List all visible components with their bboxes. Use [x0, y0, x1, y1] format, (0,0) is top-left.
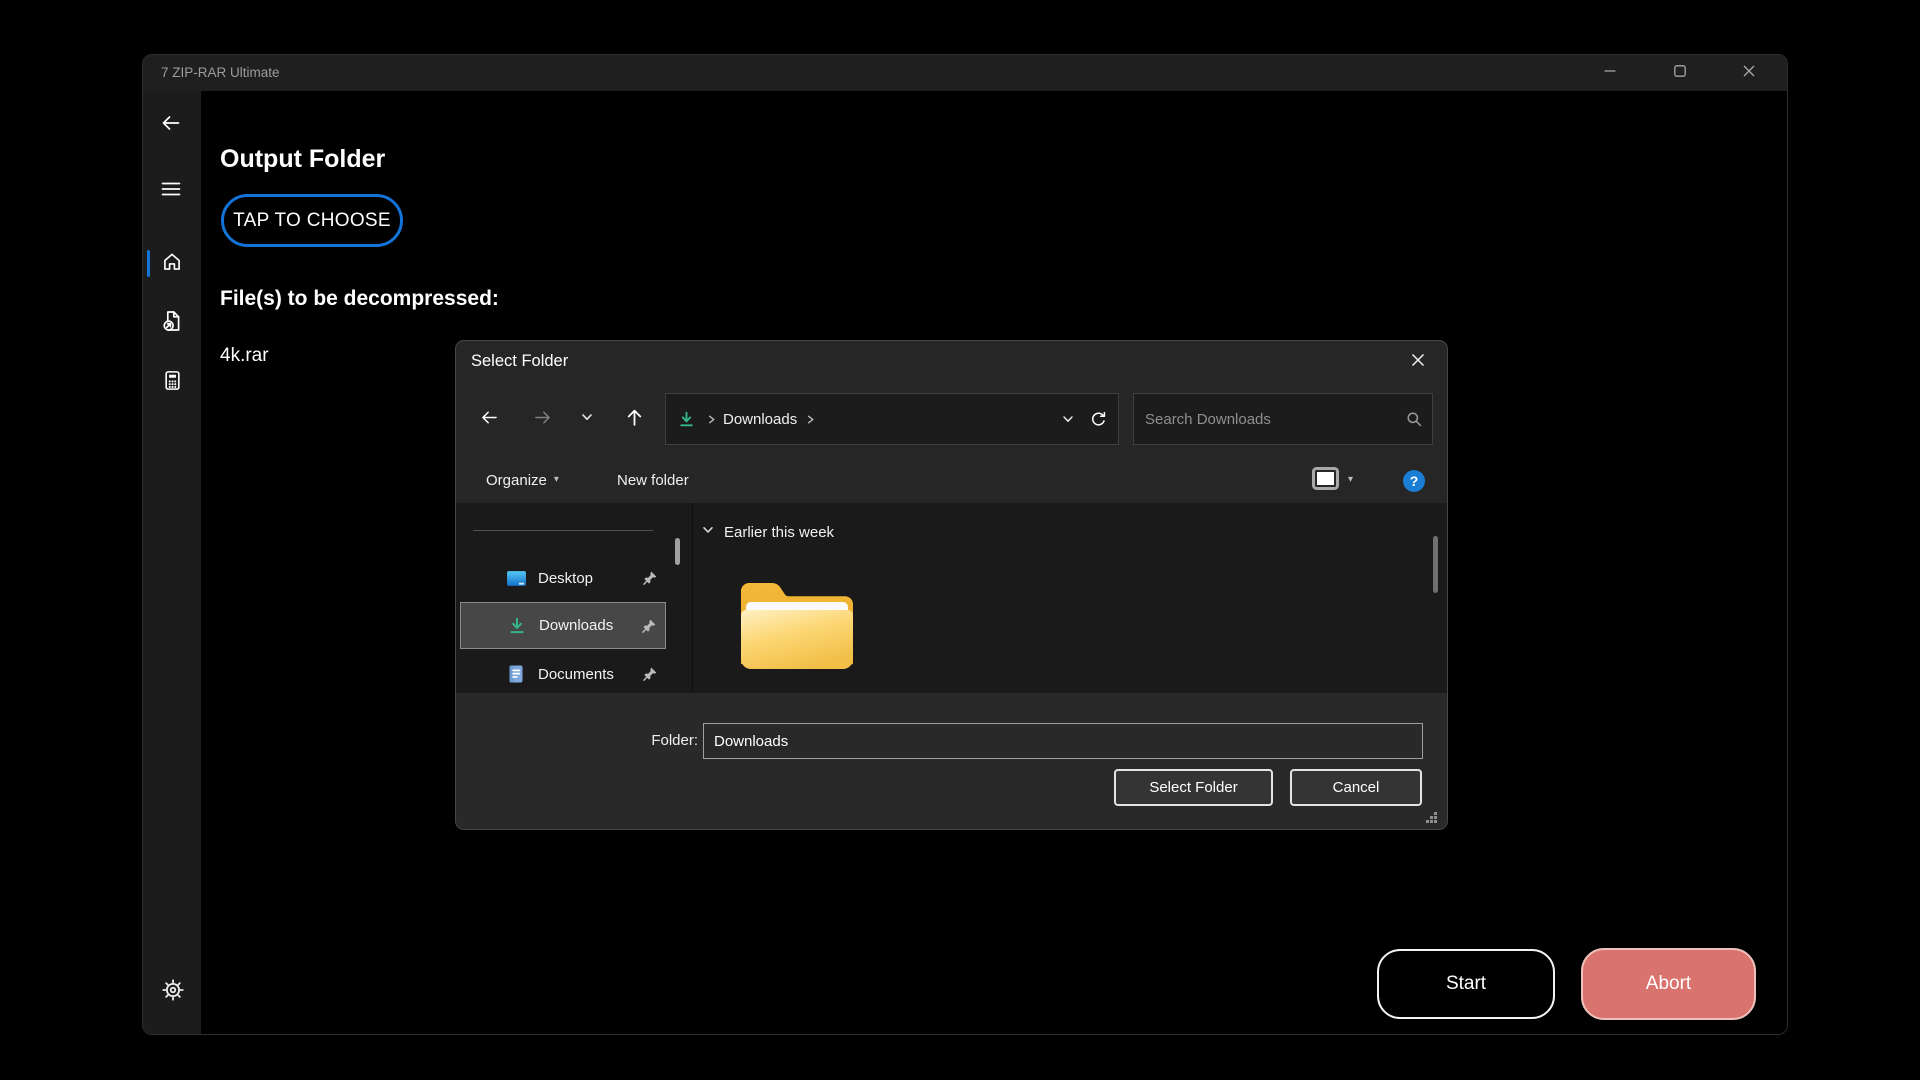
desktop-background: 7 ZIP-RAR Ultimate — [0, 0, 1920, 1080]
address-bar[interactable]: Downloads — [665, 393, 1119, 445]
back-arrow-icon — [159, 111, 183, 140]
tree-item-label: Downloads — [539, 617, 613, 634]
gear-icon — [161, 978, 185, 1007]
start-button[interactable]: Start — [1377, 949, 1555, 1019]
select-folder-button[interactable]: Select Folder — [1114, 769, 1273, 806]
view-options-button[interactable]: ▾ — [1312, 465, 1353, 495]
downloads-location-icon — [671, 402, 701, 436]
pin-icon[interactable] — [642, 666, 658, 682]
tree-item-downloads[interactable]: Downloads — [460, 602, 666, 649]
nav-forward-button[interactable] — [524, 402, 560, 436]
active-item-indicator — [147, 250, 150, 277]
tree-scrollbar[interactable] — [675, 538, 680, 565]
folder-item[interactable] — [733, 574, 861, 676]
dialog-footer: Folder: Select Folder Cancel — [456, 693, 1447, 830]
dialog-close-button[interactable] — [1397, 345, 1439, 379]
breadcrumb-segment[interactable]: Downloads — [721, 411, 799, 428]
nav-up-button[interactable] — [616, 402, 652, 436]
address-dropdown-button[interactable] — [1053, 402, 1083, 436]
back-button[interactable] — [151, 105, 191, 145]
extract-file-icon — [160, 309, 184, 338]
download-icon — [505, 616, 529, 636]
view-icon — [1312, 467, 1339, 494]
new-folder-label: New folder — [617, 472, 689, 489]
chevron-down-icon — [580, 410, 594, 428]
new-folder-button[interactable]: New folder — [617, 465, 689, 495]
abort-button[interactable]: Abort — [1581, 948, 1756, 1020]
tree-item-desktop[interactable]: Desktop — [460, 555, 666, 601]
tree-separator — [473, 530, 653, 531]
resize-grip[interactable] — [1434, 820, 1437, 823]
nav-back-button[interactable] — [471, 402, 507, 436]
forward-arrow-icon — [532, 407, 553, 432]
cancel-button[interactable]: Cancel — [1290, 769, 1422, 806]
tree-item-label: Documents — [538, 666, 614, 683]
close-button[interactable] — [1726, 55, 1772, 91]
sidebar-item-extract[interactable] — [152, 303, 192, 343]
group-header-label: Earlier this week — [724, 524, 834, 541]
organize-button[interactable]: Organize ▾ — [486, 465, 559, 495]
dialog-body: Desktop Downloads Documents Earlier this… — [456, 503, 1447, 693]
group-header: Earlier this week — [701, 523, 834, 541]
help-button[interactable]: ? — [1403, 470, 1425, 492]
dialog-title: Select Folder — [471, 352, 568, 371]
tree-item-documents[interactable]: Documents — [460, 651, 666, 693]
calculator-icon — [161, 369, 184, 397]
caret-down-icon: ▾ — [1348, 475, 1353, 485]
chevron-down-icon[interactable] — [701, 523, 715, 541]
caret-down-icon: ▾ — [554, 475, 559, 485]
breadcrumb-chevron-icon — [701, 402, 721, 436]
folder-name-input[interactable] — [703, 723, 1423, 759]
back-arrow-icon — [479, 407, 500, 432]
pin-icon[interactable] — [642, 570, 658, 586]
titlebar: 7 ZIP-RAR Ultimate — [143, 55, 1787, 91]
search-icon — [1399, 402, 1429, 436]
minimize-icon — [1602, 63, 1618, 84]
search-input[interactable] — [1134, 394, 1399, 444]
maximize-button[interactable] — [1657, 55, 1703, 91]
sidebar-item-home[interactable] — [152, 244, 192, 284]
organize-label: Organize — [486, 472, 547, 489]
home-icon — [160, 250, 184, 279]
maximize-icon — [1672, 63, 1688, 84]
select-folder-dialog: Select Folder Downloads — [455, 340, 1448, 830]
recent-locations-button[interactable] — [569, 402, 605, 436]
tap-to-choose-button[interactable]: TAP TO CHOOSE — [221, 194, 403, 247]
file-name: 4k.rar — [220, 345, 269, 367]
documents-icon — [504, 664, 528, 684]
close-icon — [1409, 351, 1427, 373]
folder-label: Folder: — [626, 732, 698, 749]
breadcrumb-chevron-icon[interactable] — [799, 402, 821, 436]
minimize-button[interactable] — [1587, 55, 1633, 91]
tree-item-label: Desktop — [538, 570, 593, 587]
pin-icon[interactable] — [641, 618, 657, 634]
sidebar — [143, 91, 201, 1035]
pane-divider — [692, 503, 693, 693]
list-scrollbar[interactable] — [1433, 536, 1438, 593]
desktop-icon — [504, 569, 528, 588]
settings-button[interactable] — [153, 972, 193, 1012]
search-box — [1133, 393, 1433, 445]
sidebar-item-calculator[interactable] — [152, 363, 192, 403]
menu-button[interactable] — [151, 171, 191, 211]
files-to-decompress-label: File(s) to be decompressed: — [220, 287, 499, 311]
refresh-button[interactable] — [1083, 402, 1113, 436]
folder-icon — [733, 663, 861, 680]
hamburger-icon — [160, 178, 182, 205]
up-arrow-icon — [624, 407, 645, 432]
page-title: Output Folder — [220, 145, 385, 174]
app-title: 7 ZIP-RAR Ultimate — [161, 55, 280, 91]
close-icon — [1741, 63, 1757, 84]
